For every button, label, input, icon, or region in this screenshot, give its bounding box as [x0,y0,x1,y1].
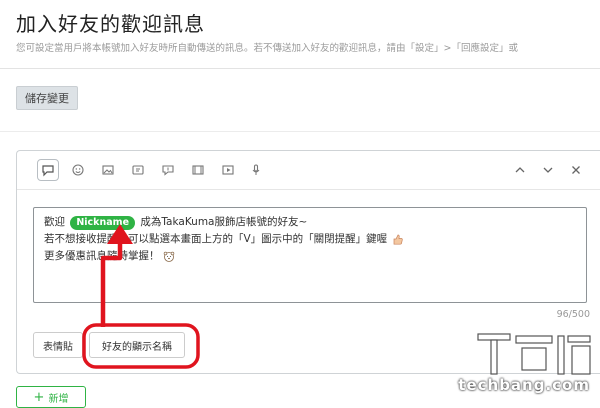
insert-nickname-button[interactable]: 好友的顯示名稱 [89,332,185,358]
text-icon[interactable] [37,159,59,181]
watermark: techbang.com [454,330,594,396]
add-label: 新增 [48,393,69,405]
thumbs-up-emoji-icon [393,234,403,245]
chevron-down-icon[interactable] [537,159,559,181]
editor-toolbar [17,151,600,190]
close-icon[interactable] [565,159,587,181]
rich-video-icon[interactable] [187,159,209,181]
line1-suffix: 成為TakaKuma服飾店帳號的好友~ [140,216,308,228]
image-icon[interactable] [97,159,119,181]
line2-text: 若不想接收提醒，可以點選本畫面上方的「V」圖示中的「關閉提醒」鍵喔 [44,233,388,245]
character-counter: 96/500 [556,309,590,320]
message-line-2: 若不想接收提醒，可以點選本畫面上方的「V」圖示中的「關閉提醒」鍵喔 [44,231,403,246]
video-icon[interactable] [217,159,239,181]
rich-message-icon[interactable] [157,159,179,181]
chevron-up-icon[interactable] [509,159,531,181]
message-line-3: 更多優惠訊息隨時掌握！ [44,248,175,263]
insert-sticker-button[interactable]: 表情貼 [33,332,83,358]
audio-icon[interactable] [245,159,267,181]
page-title: 加入好友的歡迎訊息 [16,12,205,36]
coupon-icon[interactable] [127,159,149,181]
watermark-text: techbang.com [458,376,590,394]
save-changes-button[interactable]: 儲存變更 [16,86,78,110]
nickname-tag[interactable]: Nickname [70,216,136,230]
sticker-icon[interactable] [67,159,89,181]
message-textarea[interactable]: 歡迎 Nickname 成為TakaKuma服飾店帳號的好友~ 若不想接收提醒，… [33,207,587,303]
bear-emoji-icon [163,251,175,262]
add-button[interactable]: + 新增 [16,386,86,408]
header-divider [0,68,600,69]
section-divider [0,131,600,132]
page-description: 您可設定當用戶將本帳號加入好友時所自動傳送的訊息。若不傳送加入好友的歡迎訊息，請… [16,43,518,54]
message-line-1: 歡迎 Nickname 成為TakaKuma服飾店帳號的好友~ [44,214,307,230]
watermark-logo-mark [477,333,591,375]
line3-text: 更多優惠訊息隨時掌握！ [44,250,160,262]
line1-prefix: 歡迎 [44,216,65,228]
